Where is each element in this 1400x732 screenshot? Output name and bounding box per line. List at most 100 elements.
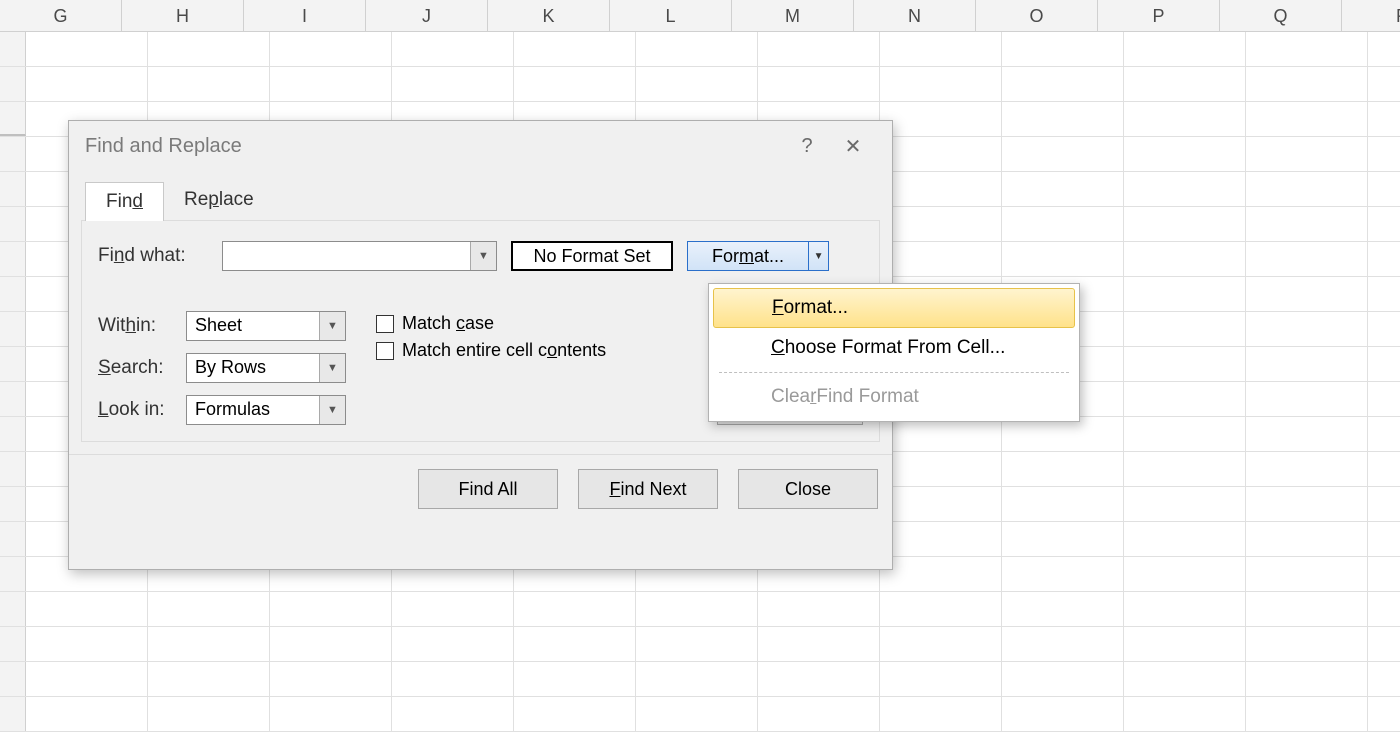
within-select[interactable]: Sheet ▼ [186, 311, 346, 341]
cell[interactable] [1002, 242, 1124, 276]
format-button-main[interactable]: Format... [688, 242, 808, 270]
row-header[interactable] [0, 242, 26, 276]
cell[interactable] [1246, 662, 1368, 696]
cell[interactable] [758, 662, 880, 696]
row-header[interactable] [0, 277, 26, 311]
cell[interactable] [1246, 67, 1368, 101]
cell[interactable] [1124, 277, 1246, 311]
cell[interactable] [1246, 697, 1368, 731]
cell[interactable] [1124, 557, 1246, 591]
chevron-down-icon[interactable]: ▼ [319, 312, 345, 340]
row-header[interactable] [0, 627, 26, 661]
chevron-down-icon[interactable]: ▼ [319, 354, 345, 382]
cell[interactable] [880, 592, 1002, 626]
cell[interactable] [1368, 207, 1400, 241]
cell[interactable] [1124, 662, 1246, 696]
cell[interactable] [1246, 627, 1368, 661]
cell[interactable] [880, 697, 1002, 731]
cell[interactable] [1002, 102, 1124, 136]
cell[interactable] [880, 67, 1002, 101]
cell[interactable] [1124, 382, 1246, 416]
cell[interactable] [1124, 452, 1246, 486]
cell[interactable] [1246, 277, 1368, 311]
cell[interactable] [26, 32, 148, 66]
cell[interactable] [1368, 277, 1400, 311]
cell[interactable] [1368, 312, 1400, 346]
cell[interactable] [1368, 382, 1400, 416]
cell[interactable] [26, 592, 148, 626]
cell[interactable] [392, 697, 514, 731]
cell[interactable] [1246, 172, 1368, 206]
cell[interactable] [880, 557, 1002, 591]
cell[interactable] [270, 627, 392, 661]
cell[interactable] [1002, 557, 1124, 591]
cell[interactable] [392, 662, 514, 696]
cell[interactable] [1368, 172, 1400, 206]
cell[interactable] [1002, 697, 1124, 731]
col-header[interactable]: I [244, 0, 366, 31]
search-select[interactable]: By Rows ▼ [186, 353, 346, 383]
cell[interactable] [1002, 32, 1124, 66]
cell[interactable] [1124, 347, 1246, 381]
cell[interactable] [270, 592, 392, 626]
chevron-down-icon[interactable]: ▼ [808, 242, 828, 270]
cell[interactable] [26, 697, 148, 731]
cell[interactable] [880, 452, 1002, 486]
cell[interactable] [1368, 102, 1400, 136]
row-header[interactable] [0, 137, 26, 171]
col-header[interactable]: P [1098, 0, 1220, 31]
find-next-button[interactable]: Find Next [578, 469, 718, 509]
cell[interactable] [1368, 452, 1400, 486]
cell[interactable] [392, 592, 514, 626]
cell[interactable] [514, 627, 636, 661]
cell[interactable] [1246, 417, 1368, 451]
cell[interactable] [1002, 662, 1124, 696]
cell[interactable] [514, 32, 636, 66]
close-icon[interactable]: ✕ [830, 134, 876, 159]
cell[interactable] [1368, 487, 1400, 521]
row-header[interactable] [0, 32, 26, 66]
cell[interactable] [1368, 557, 1400, 591]
tab-find[interactable]: Find [85, 182, 164, 221]
cell[interactable] [1246, 207, 1368, 241]
cell[interactable] [636, 592, 758, 626]
cell[interactable] [880, 32, 1002, 66]
cell[interactable] [1002, 452, 1124, 486]
cell[interactable] [1002, 67, 1124, 101]
cell[interactable] [636, 627, 758, 661]
cell[interactable] [514, 697, 636, 731]
cell[interactable] [270, 32, 392, 66]
cell[interactable] [1368, 522, 1400, 556]
cell[interactable] [1002, 207, 1124, 241]
cell[interactable] [392, 32, 514, 66]
cell[interactable] [148, 67, 270, 101]
cell[interactable] [880, 207, 1002, 241]
cell[interactable] [880, 662, 1002, 696]
col-header[interactable]: J [366, 0, 488, 31]
cell[interactable] [148, 32, 270, 66]
cell[interactable] [880, 172, 1002, 206]
cell[interactable] [1124, 697, 1246, 731]
cell[interactable] [880, 137, 1002, 171]
find-what-field[interactable] [223, 247, 470, 265]
find-all-button[interactable]: Find All [418, 469, 558, 509]
cell[interactable] [1368, 67, 1400, 101]
cell[interactable] [1246, 452, 1368, 486]
cell[interactable] [1368, 417, 1400, 451]
cell[interactable] [148, 662, 270, 696]
cell[interactable] [148, 627, 270, 661]
row-header[interactable] [0, 592, 26, 626]
cell[interactable] [392, 67, 514, 101]
row-header[interactable] [0, 347, 26, 381]
cell[interactable] [758, 32, 880, 66]
cell[interactable] [1246, 137, 1368, 171]
col-header[interactable]: H [122, 0, 244, 31]
cell[interactable] [1368, 32, 1400, 66]
cell[interactable] [1002, 627, 1124, 661]
cell[interactable] [1002, 522, 1124, 556]
cell[interactable] [1124, 242, 1246, 276]
col-header[interactable]: Q [1220, 0, 1342, 31]
cell[interactable] [26, 662, 148, 696]
cell[interactable] [1002, 487, 1124, 521]
cell[interactable] [1246, 382, 1368, 416]
